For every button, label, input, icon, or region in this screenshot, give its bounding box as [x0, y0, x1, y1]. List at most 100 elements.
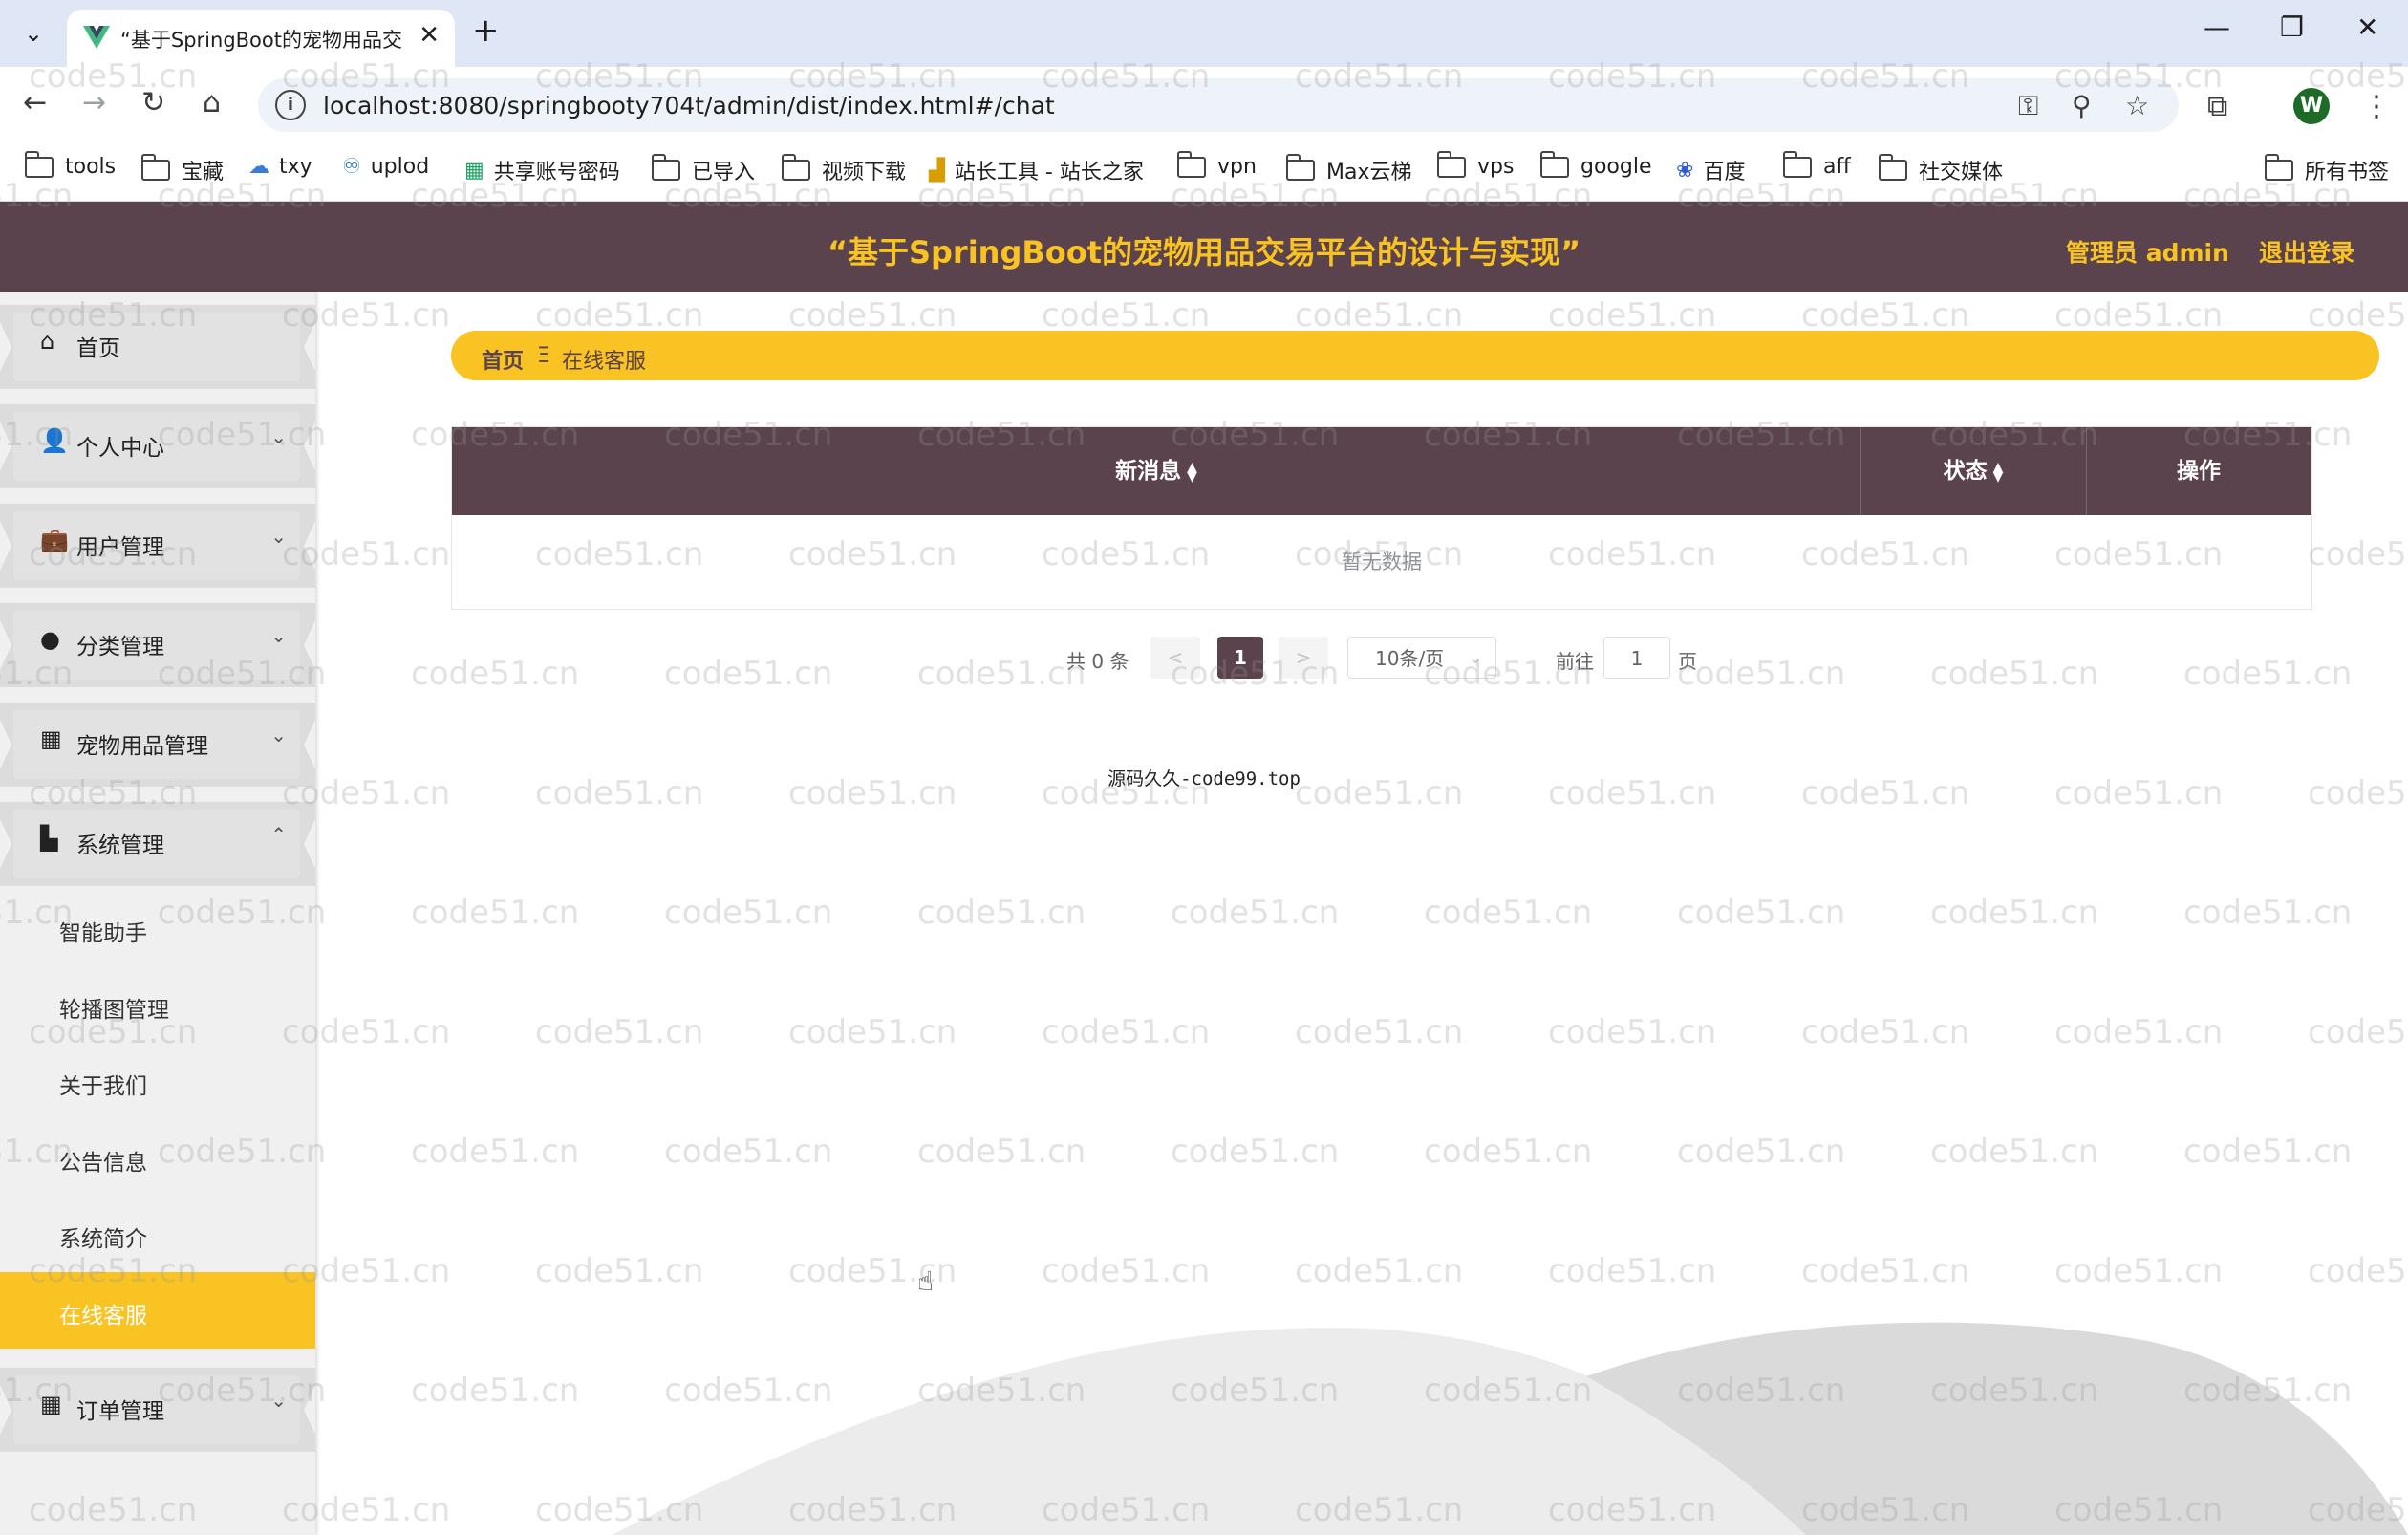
- folder-icon: [1782, 150, 1812, 178]
- upload-icon: ♾: [342, 155, 361, 179]
- password-key-icon[interactable]: ⚿: [2018, 90, 2038, 122]
- decorative-hills: [612, 1322, 2408, 1535]
- sidebar-item-label: 系统管理: [76, 833, 164, 858]
- submenu-item-about[interactable]: 关于我们: [0, 1043, 315, 1119]
- bookmark-item[interactable]: ☁ txy: [248, 155, 312, 179]
- sidebar-item-label: 分类管理: [76, 635, 164, 659]
- chevron-down-icon: ⌄: [1469, 649, 1482, 667]
- goto-page-input[interactable]: 1: [1603, 637, 1670, 679]
- page-size-select[interactable]: 10条/页 ⌄: [1347, 637, 1496, 679]
- bookmark-item[interactable]: 社交媒体: [1878, 154, 2003, 185]
- breadcrumb-home[interactable]: 首页: [482, 344, 524, 375]
- minimize-icon[interactable]: —: [2204, 11, 2230, 43]
- bookmark-item[interactable]: 已导入: [651, 154, 755, 185]
- goto-prefix: 前往: [1556, 650, 1594, 673]
- watermark-text: code51.cn: [1930, 894, 2099, 932]
- sidebar-item-label: 个人中心: [76, 436, 164, 461]
- page-number[interactable]: 1: [1217, 637, 1263, 679]
- submenu-item-intro[interactable]: 系统简介: [0, 1196, 315, 1272]
- bookmark-item[interactable]: vps: [1436, 150, 1514, 179]
- folder-icon: [1176, 150, 1206, 178]
- bookmark-item[interactable]: ▦ 共享账号密码: [464, 155, 620, 185]
- breadcrumb-separator: Ξ: [537, 344, 550, 368]
- sidebar-item-personal[interactable]: 👤 个人中心 ⌄: [0, 404, 315, 488]
- back-icon[interactable]: ←: [23, 86, 47, 119]
- next-page-button[interactable]: >: [1279, 637, 1328, 679]
- url-text[interactable]: localhost:8080/springbooty704t/admin/dis…: [323, 92, 1055, 119]
- bookmark-item[interactable]: 视频下载: [781, 154, 906, 185]
- chat-table: 新消息 ▲ ▼ 状态 ▲ ▼ 操作 暂无数据: [451, 426, 2312, 610]
- tab-close-icon[interactable]: ✕: [419, 21, 440, 50]
- watermark-text: code51.cn: [1295, 1013, 1464, 1051]
- bookmark-star-icon[interactable]: ☆: [2125, 90, 2149, 121]
- profile-avatar[interactable]: W: [2293, 88, 2330, 124]
- watermark-text: code51.cn: [2183, 894, 2353, 932]
- sidebar-item-home[interactable]: ⌂ 首页: [0, 305, 315, 389]
- home-icon[interactable]: ⌂: [203, 86, 221, 119]
- new-tab-button[interactable]: +: [472, 11, 500, 50]
- folder-icon: [1878, 154, 1907, 181]
- watermark-text: code51.cn: [1801, 296, 1970, 335]
- submenu-item-carousel[interactable]: 轮播图管理: [0, 966, 315, 1043]
- home-icon: ⌂: [40, 328, 55, 355]
- extensions-icon[interactable]: ⧉: [2207, 90, 2227, 123]
- close-window-icon[interactable]: ✕: [2356, 11, 2378, 43]
- watermark-text: code51.cn: [2054, 1252, 2224, 1290]
- watermark-text: code51.cn: [411, 655, 580, 693]
- bookmark-item[interactable]: ♾ uplod: [342, 155, 429, 179]
- watermark-text: code51.cn: [2308, 296, 2408, 335]
- submenu-item-notice[interactable]: 公告信息: [0, 1119, 315, 1196]
- all-bookmarks[interactable]: 所有书签: [2264, 154, 2389, 185]
- browser-tab[interactable]: “基于SpringBoot的宠物用品交 ✕: [67, 10, 455, 67]
- address-bar[interactable]: i localhost:8080/springbooty704t/admin/d…: [258, 78, 2179, 132]
- sort-icon[interactable]: ▲ ▼: [1187, 461, 1197, 484]
- zoom-icon[interactable]: ⚲: [2072, 90, 2092, 121]
- folder-icon: [1436, 150, 1466, 178]
- bookmark-item[interactable]: aff: [1782, 150, 1851, 179]
- chevron-down-icon: ⌄: [270, 525, 287, 548]
- grid-icon: ▦: [40, 1391, 62, 1417]
- admin-label: 管理员 admin: [2066, 239, 2229, 267]
- watermark-text: code51.cn: [917, 894, 1086, 932]
- breadcrumb: 首页 Ξ 在线客服: [451, 331, 2379, 380]
- bookmark-item[interactable]: Max云梯: [1285, 154, 1411, 185]
- watermark-text: code51.cn: [1801, 1252, 1970, 1290]
- bookmark-item[interactable]: google: [1539, 150, 1652, 179]
- grid-icon: ▦: [40, 725, 62, 752]
- watermark-text: code51.cn: [788, 296, 957, 335]
- table-header: 新消息 ▲ ▼ 状态 ▲ ▼ 操作: [452, 427, 2311, 515]
- folder-icon: [651, 154, 680, 181]
- tab-search-button[interactable]: ⌄: [13, 15, 54, 52]
- sidebar-item-users[interactable]: 💼 用户管理 ⌄: [0, 504, 315, 588]
- bookmark-item[interactable]: ▟ 站长工具 - 站长之家: [929, 155, 1144, 185]
- sheet-icon: ▦: [464, 158, 484, 183]
- browser-menu-icon[interactable]: ⋮: [2362, 90, 2391, 123]
- bookmark-item[interactable]: tools: [24, 150, 116, 179]
- app-header: “基于SpringBoot的宠物用品交易平台的设计与实现” 管理员 admin …: [0, 202, 2408, 292]
- forward-icon[interactable]: →: [82, 86, 106, 119]
- bookmark-item[interactable]: ❀ 百度: [1676, 155, 1745, 185]
- sort-icon[interactable]: ▲ ▼: [1993, 461, 2004, 484]
- bulb-icon: ●: [40, 626, 60, 653]
- column-header-status[interactable]: 状态 ▲ ▼: [1860, 427, 2086, 515]
- vue-logo-icon: [83, 26, 110, 49]
- bookmark-item[interactable]: 宝藏: [140, 154, 224, 185]
- submenu-item-chat[interactable]: 在线客服: [0, 1272, 315, 1349]
- watermark-text: code51.cn: [1677, 894, 1846, 932]
- chevron-down-icon: ⌄: [270, 425, 287, 448]
- browser-tab-strip: ⌄ “基于SpringBoot的宠物用品交 ✕ + — ❐ ✕: [0, 0, 2408, 67]
- sidebar-item-category[interactable]: ● 分类管理 ⌄: [0, 603, 315, 687]
- baidu-paw-icon: ❀: [1676, 158, 1694, 183]
- sidebar-item-system[interactable]: ▙ 系统管理 ⌃: [0, 802, 315, 886]
- prev-page-button[interactable]: <: [1150, 637, 1200, 679]
- column-header-new-message[interactable]: 新消息 ▲ ▼: [452, 427, 1860, 515]
- submenu-item-assistant[interactable]: 智能助手: [0, 890, 315, 966]
- restore-icon[interactable]: ❐: [2280, 11, 2304, 43]
- watermark-text: code51.cn: [2308, 1252, 2408, 1290]
- reload-icon[interactable]: ↻: [141, 86, 165, 119]
- folder-icon: [1285, 154, 1315, 181]
- site-info-icon[interactable]: i: [275, 90, 306, 120]
- bookmark-item[interactable]: vpn: [1176, 150, 1257, 179]
- logout-button[interactable]: 退出登录: [2259, 234, 2354, 269]
- sidebar-item-orders[interactable]: ▦ 订单管理 ⌄: [0, 1368, 315, 1452]
